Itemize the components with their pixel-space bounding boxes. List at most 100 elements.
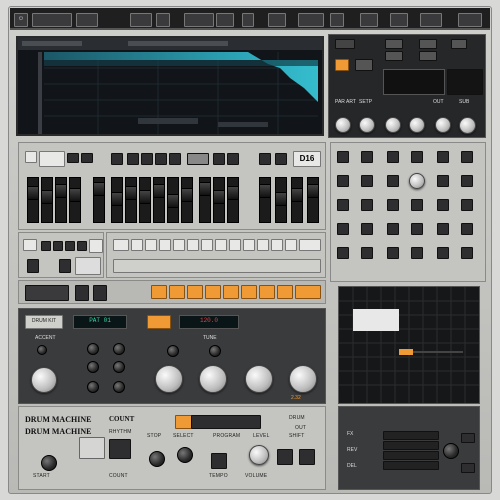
step-button[interactable] [131,239,143,251]
step-button[interactable] [257,239,269,251]
matrix-button[interactable] [337,151,349,163]
matrix-button[interactable] [361,223,373,235]
start-knob[interactable] [41,455,57,471]
stop-knob[interactable] [149,451,165,467]
small-knob[interactable] [87,343,99,355]
level-knob[interactable] [359,117,375,133]
fx-button[interactable] [461,463,475,473]
toolbar-button[interactable] [216,13,234,27]
matrix-button[interactable] [411,151,423,163]
step-button[interactable] [145,239,157,251]
master-button[interactable] [419,51,437,61]
fx-slot[interactable] [383,461,439,470]
step-button-active[interactable] [259,285,275,299]
fader[interactable] [93,177,105,223]
small-knob[interactable] [37,345,47,355]
step-button[interactable] [201,239,213,251]
pad-button[interactable] [155,153,167,165]
master-knob[interactable] [459,117,476,134]
fx-knob[interactable] [443,443,459,459]
master-button[interactable] [385,51,403,61]
matrix-button[interactable] [337,199,349,211]
toolbar-button[interactable] [32,13,72,27]
pad-button[interactable] [89,239,103,253]
tune-knob[interactable] [335,117,351,133]
fader[interactable] [275,177,287,223]
accent-button[interactable] [147,315,171,329]
matrix-button[interactable] [437,223,449,235]
step-button[interactable] [159,239,171,251]
pad-button[interactable] [67,153,79,163]
toolbar-button[interactable] [76,13,98,27]
pad-button[interactable] [75,257,101,275]
toolbar-button[interactable] [242,13,254,27]
pad-button[interactable] [275,153,287,165]
fx-slot[interactable] [383,451,439,460]
xy-grid-display[interactable] [338,286,480,404]
matrix-button[interactable] [437,199,449,211]
step-button[interactable] [187,239,199,251]
pad-button[interactable] [213,153,225,165]
step-button[interactable] [299,239,321,251]
master-button[interactable] [355,59,373,71]
matrix-button[interactable] [437,151,449,163]
pad-button[interactable] [141,153,153,165]
matrix-button[interactable] [387,175,399,187]
tempo-button[interactable] [211,453,227,469]
fader[interactable] [181,177,193,223]
step-button-active[interactable] [277,285,293,299]
step-button[interactable] [285,239,297,251]
matrix-button[interactable] [387,199,399,211]
fader[interactable] [27,177,39,223]
pad-button[interactable] [41,241,51,251]
pitch-knob[interactable] [199,365,227,393]
matrix-button[interactable] [361,175,373,187]
step-button-active[interactable] [169,285,185,299]
toolbar-button[interactable] [130,13,152,27]
fader[interactable] [259,177,271,223]
next-button[interactable] [93,285,107,301]
select-knob[interactable] [177,447,193,463]
small-knob[interactable] [87,361,99,373]
matrix-button[interactable] [437,247,449,259]
matrix-button[interactable] [337,247,349,259]
fader[interactable] [167,177,179,223]
fx-slot[interactable] [383,441,439,450]
count-button[interactable] [109,439,131,459]
fader[interactable] [69,177,81,223]
toolbar-button[interactable] [268,13,286,27]
small-knob[interactable] [113,381,125,393]
fader[interactable] [199,177,211,223]
matrix-button[interactable] [411,199,423,211]
matrix-button[interactable] [361,199,373,211]
pad-button[interactable] [27,259,39,273]
matrix-button[interactable] [361,247,373,259]
matrix-knob[interactable] [409,173,425,189]
fader[interactable] [307,177,319,223]
small-knob[interactable] [167,345,179,357]
pad-button[interactable] [187,153,209,165]
fader[interactable] [139,177,151,223]
pad-button[interactable] [81,153,93,163]
step-button[interactable] [113,239,129,251]
pad-button[interactable] [227,153,239,165]
step-button[interactable] [215,239,227,251]
matrix-button[interactable] [337,223,349,235]
pad-button[interactable] [169,153,181,165]
send-knob[interactable] [409,117,425,133]
matrix-button[interactable] [461,223,473,235]
master-button[interactable] [335,39,355,49]
step-button-active[interactable] [241,285,257,299]
step-button-active[interactable] [151,285,167,299]
step-button[interactable] [271,239,283,251]
matrix-button[interactable] [437,175,449,187]
pad-button[interactable] [259,153,271,165]
small-knob[interactable] [113,361,125,373]
fader[interactable] [153,177,165,223]
waveform-display[interactable] [16,36,324,136]
decay-knob[interactable] [385,117,401,133]
master-active-button[interactable] [335,59,349,71]
step-button[interactable] [229,239,241,251]
pad-button[interactable] [79,437,105,459]
pad-button[interactable] [127,153,139,165]
